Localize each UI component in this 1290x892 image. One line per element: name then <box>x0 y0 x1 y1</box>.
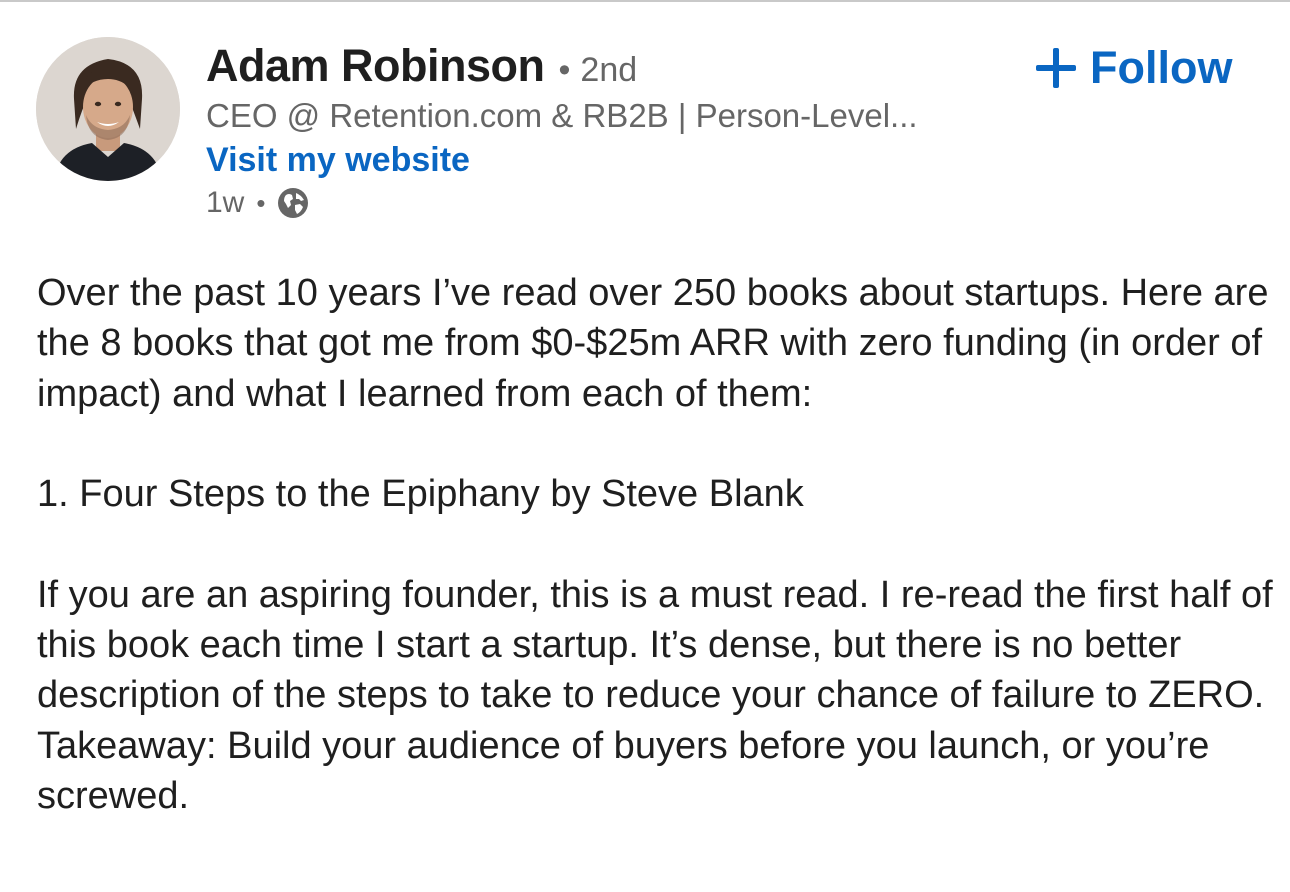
post-timestamp: 1w <box>206 186 245 219</box>
visit-website-link[interactable]: Visit my website <box>206 138 470 182</box>
post-item-body: If you are an aspiring founder, this is … <box>37 573 1273 817</box>
post-header: Adam Robinson • 2nd CEO @ Retention.com … <box>206 40 1026 224</box>
globe-icon <box>277 187 309 219</box>
follow-label: Follow <box>1090 42 1233 93</box>
author-name-row: Adam Robinson • 2nd <box>206 40 1026 96</box>
post-intro: Over the past 10 years I’ve read over 25… <box>37 272 1269 415</box>
avatar[interactable] <box>36 37 180 181</box>
plus-icon <box>1036 48 1076 88</box>
connection-degree: 2nd <box>580 51 638 89</box>
post-meta: 1w • <box>206 182 1026 224</box>
profile-photo <box>36 37 180 181</box>
author-headline: CEO @ Retention.com & RB2B | Person-Leve… <box>206 97 918 134</box>
follow-button[interactable]: Follow <box>1036 40 1232 96</box>
separator-dot: • <box>256 187 266 218</box>
post-body: Over the past 10 years I’ve read over 25… <box>37 268 1277 821</box>
post-item-title: 1. Four Steps to the Epiphany by Steve B… <box>37 473 804 516</box>
top-divider <box>0 0 1290 2</box>
author-name[interactable]: Adam Robinson <box>206 40 545 92</box>
separator-dot: • <box>558 51 571 89</box>
